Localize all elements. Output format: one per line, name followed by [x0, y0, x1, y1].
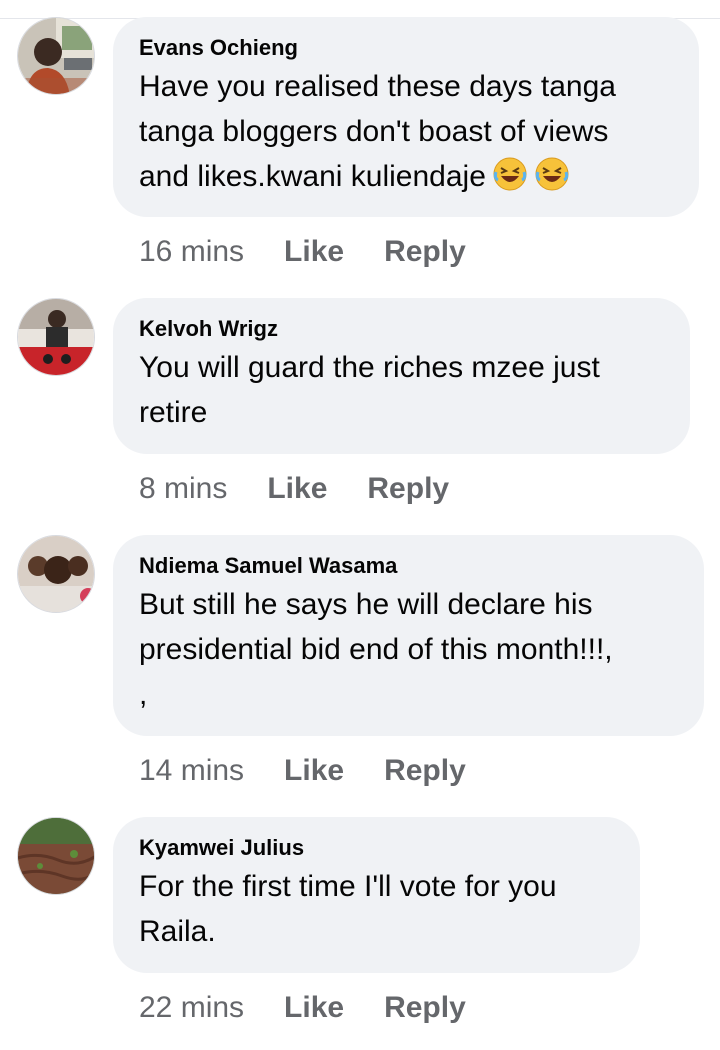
comment-bubble: Evans Ochieng Have you realised these da… — [113, 17, 699, 217]
reply-button[interactable]: Reply — [384, 991, 466, 1025]
comment-line: Raila. — [139, 915, 216, 948]
comment-line: For the first time I'll vote for you — [139, 870, 557, 903]
comment-line: retire — [139, 396, 208, 429]
comment-bubble: Kelvoh Wrigz You will guard the riches m… — [113, 298, 690, 454]
comment-actions: 22 mins Like Reply — [139, 988, 466, 1028]
comment-line: tanga bloggers don't boast of views — [139, 115, 609, 148]
comment-author[interactable]: Kelvoh Wrigz — [139, 316, 664, 342]
rolling-on-floor-laughing-emoji-icon — [493, 157, 527, 191]
reply-button[interactable]: Reply — [384, 235, 466, 269]
like-button[interactable]: Like — [284, 754, 344, 788]
comment-author[interactable]: Ndiema Samuel Wasama — [139, 553, 678, 579]
comment-line: , — [139, 678, 148, 711]
avatar[interactable] — [17, 298, 95, 376]
comment-text: But still he says he will declare his pr… — [139, 582, 678, 717]
comment-line: and likes.kwani kuliendaje — [139, 154, 673, 199]
avatar[interactable] — [17, 817, 95, 895]
avatar[interactable] — [17, 535, 95, 613]
comment-bubble: Ndiema Samuel Wasama But still he says h… — [113, 535, 704, 736]
comment-text: For the first time I'll vote for you Rai… — [139, 864, 614, 954]
comment-text: You will guard the riches mzee just reti… — [139, 345, 664, 435]
like-button[interactable]: Like — [284, 235, 344, 269]
comment-actions: 16 mins Like Reply — [139, 232, 466, 272]
comment-actions: 14 mins Like Reply — [139, 751, 466, 791]
comment-author[interactable]: Kyamwei Julius — [139, 835, 614, 861]
comment-line: You will guard the riches mzee just — [139, 351, 600, 384]
comment-timestamp[interactable]: 22 mins — [139, 991, 244, 1025]
like-button[interactable]: Like — [267, 472, 327, 506]
comment-actions: 8 mins Like Reply — [139, 469, 449, 509]
comment-line-text: and likes.kwani kuliendaje — [139, 160, 486, 193]
reply-button[interactable]: Reply — [384, 754, 466, 788]
comment-line: Have you realised these days tanga — [139, 70, 616, 103]
comment-author[interactable]: Evans Ochieng — [139, 35, 673, 61]
comment-timestamp[interactable]: 14 mins — [139, 754, 244, 788]
comment-timestamp[interactable]: 8 mins — [139, 472, 227, 506]
comment-line: But still he says he will declare his — [139, 588, 593, 621]
reply-button[interactable]: Reply — [367, 472, 449, 506]
comment-bubble: Kyamwei Julius For the first time I'll v… — [113, 817, 640, 973]
rolling-on-floor-laughing-emoji-icon — [535, 157, 569, 191]
like-button[interactable]: Like — [284, 991, 344, 1025]
avatar[interactable] — [17, 17, 95, 95]
comment-timestamp[interactable]: 16 mins — [139, 235, 244, 269]
comment-line: presidential bid end of this month!!!, — [139, 633, 613, 666]
comment-text: Have you realised these days tanga tanga… — [139, 64, 673, 199]
